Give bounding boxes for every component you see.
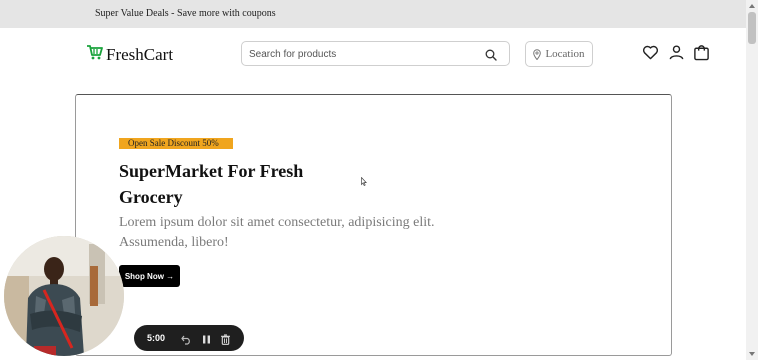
- map-pin-icon: [533, 48, 542, 60]
- presenter-video-image: [4, 236, 124, 356]
- promo-bar: Super Value Deals - Save more with coupo…: [0, 0, 746, 28]
- discount-badge: Open Sale Discount 50%: [119, 138, 233, 149]
- mouse-cursor-icon: [361, 173, 367, 191]
- scroll-thumb[interactable]: [748, 12, 756, 44]
- recording-timer: 5:00: [147, 333, 166, 343]
- vertical-scrollbar[interactable]: [746, 0, 758, 360]
- search-input[interactable]: [249, 46, 479, 62]
- brand-name: FreshCart: [106, 44, 174, 64]
- screen-recorder-controls: 5:00: [134, 325, 244, 351]
- user-icon[interactable]: [668, 44, 686, 62]
- heart-icon[interactable]: [642, 44, 660, 62]
- location-label: Location: [545, 48, 585, 60]
- hero-title: SuperMarket For Fresh Grocery: [119, 161, 304, 207]
- trash-icon[interactable]: [220, 332, 231, 350]
- hero-description: Lorem ipsum dolor sit amet consectetur, …: [119, 215, 435, 250]
- shopping-bag-icon[interactable]: [693, 44, 711, 62]
- scroll-up-arrow-icon[interactable]: [749, 4, 755, 8]
- scroll-down-arrow-icon[interactable]: [749, 352, 755, 356]
- shopping-cart-logo-icon: [86, 44, 103, 65]
- search-icon[interactable]: [485, 48, 497, 66]
- search-box[interactable]: [241, 41, 510, 66]
- webcam-overlay[interactable]: [4, 236, 124, 356]
- pause-icon[interactable]: [201, 332, 212, 350]
- undo-icon[interactable]: [181, 332, 192, 350]
- shop-now-button[interactable]: Shop Now →: [119, 265, 180, 287]
- promo-text: Super Value Deals - Save more with coupo…: [95, 8, 276, 19]
- location-button[interactable]: Location: [525, 41, 593, 67]
- brand-logo[interactable]: FreshCart: [86, 44, 173, 65]
